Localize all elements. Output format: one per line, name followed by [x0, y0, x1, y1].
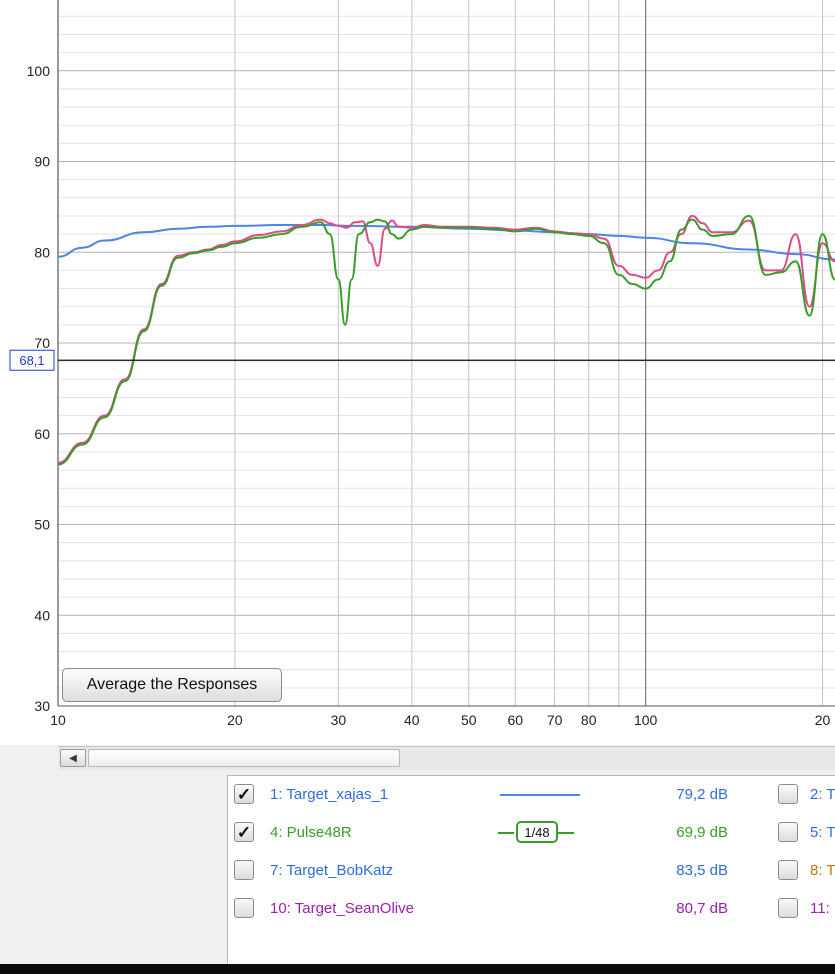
scrollbar-thumb[interactable] [88, 749, 400, 767]
y-tick-label: 100 [27, 63, 51, 79]
scroll-left-arrow-icon[interactable]: ◀ [60, 749, 86, 767]
x-tick-label: 60 [507, 712, 523, 728]
legend-label-slot5[interactable]: 5: T [810, 824, 835, 841]
legend-label-slot11[interactable]: 11: [810, 900, 830, 917]
legend-checkbox-target-xajas[interactable]: ✓ [234, 784, 254, 804]
legend-row-target-xajas: ✓ 1: Target_xajas_1 79,2 dB 2: T [228, 776, 835, 814]
legend-label-target-xajas[interactable]: 1: Target_xajas_1 [270, 786, 388, 803]
legend-label-pulse48r[interactable]: 4: Pulse48R [270, 824, 352, 841]
legend-line-sample [500, 794, 580, 796]
x-tick-label: 30 [331, 712, 347, 728]
y-tick-label: 90 [34, 154, 50, 170]
legend-label-slot8[interactable]: 8: T [810, 862, 835, 879]
badge-stub-right [558, 832, 574, 834]
average-responses-button[interactable]: Average the Responses [62, 668, 282, 702]
legend-checkbox-slot2[interactable] [778, 784, 798, 804]
cursor-label: 68,1 [19, 353, 44, 368]
x-tick-label: 10 [50, 712, 66, 728]
legend-checkbox-seanolive[interactable] [234, 898, 254, 918]
y-tick-label: 30 [34, 698, 50, 714]
window-bottom-edge [0, 964, 835, 974]
y-tick-label: 50 [34, 517, 50, 533]
legend-checkbox-slot11[interactable] [778, 898, 798, 918]
legend-checkbox-pulse48r[interactable]: ✓ [234, 822, 254, 842]
legend-checkbox-bobkatz[interactable] [234, 860, 254, 880]
y-tick-label: 70 [34, 335, 50, 351]
legend-label-seanolive[interactable]: 10: Target_SeanOlive [270, 900, 414, 917]
legend-row-bobkatz: 7: Target_BobKatz 83,5 dB 8: T [228, 852, 835, 890]
horizontal-scrollbar[interactable]: ◀ [58, 746, 835, 770]
y-tick-label: 80 [34, 244, 50, 260]
legend-value-bobkatz: 83,5 dB [676, 862, 728, 879]
legend-value-seanolive: 80,7 dB [676, 900, 728, 917]
badge-stub-left [498, 832, 514, 834]
smoothing-badge[interactable]: 1/48 [498, 821, 584, 845]
x-tick-label: 100 [634, 712, 658, 728]
y-tick-label: 60 [34, 426, 50, 442]
legend-checkbox-slot5[interactable] [778, 822, 798, 842]
graph-plot-area[interactable]: 30 40 50 60 70 80 90 100 10 20 30 40 50 60 70 80 100 20 68… [0, 0, 835, 745]
legend-value-pulse48r: 69,9 dB [676, 824, 728, 841]
legend-row-seanolive: 10: Target_SeanOlive 80,7 dB 11: [228, 890, 835, 928]
x-tick-label: 20 [815, 712, 831, 728]
legend-checkbox-slot8[interactable] [778, 860, 798, 880]
x-tick-label: 40 [404, 712, 420, 728]
legend-row-pulse48r: ✓ 4: Pulse48R 1/48 69,9 dB 5: T [228, 814, 835, 852]
x-tick-label: 20 [227, 712, 243, 728]
x-tick-label: 80 [581, 712, 597, 728]
x-tick-label: 70 [547, 712, 563, 728]
legend-label-slot2[interactable]: 2: T [810, 786, 835, 803]
smoothing-label: 1/48 [516, 821, 558, 843]
frequency-response-chart[interactable]: 30 40 50 60 70 80 90 100 10 20 30 40 50 60 70 80 100 20 68… [0, 0, 835, 745]
measurement-legend-panel: ✓ 1: Target_xajas_1 79,2 dB 2: T ✓ 4: Pu… [227, 775, 835, 967]
y-tick-label: 40 [34, 607, 50, 623]
legend-value-target-xajas: 79,2 dB [676, 786, 728, 803]
plot-background [58, 0, 835, 706]
x-tick-label: 50 [461, 712, 477, 728]
legend-label-bobkatz[interactable]: 7: Target_BobKatz [270, 862, 393, 879]
